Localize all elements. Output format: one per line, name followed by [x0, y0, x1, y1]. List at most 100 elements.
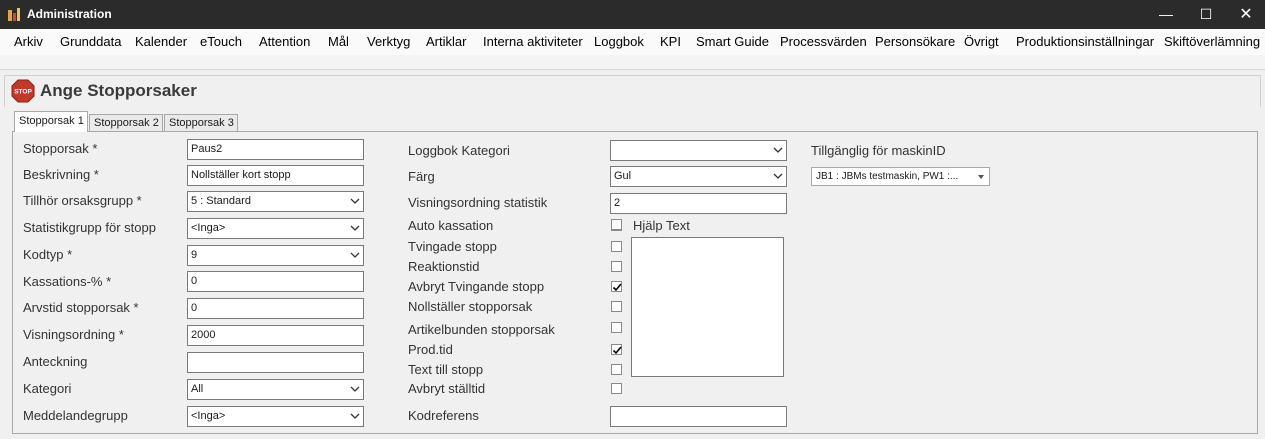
- loggbok-kategori-select[interactable]: [610, 140, 787, 161]
- nollstaller-checkbox[interactable]: [611, 301, 622, 312]
- app-icon: [8, 8, 20, 21]
- stop-sign-text: STOP: [14, 89, 32, 96]
- check-icon: [612, 283, 622, 292]
- menu-personsokare[interactable]: Personsökare: [875, 34, 955, 49]
- statistikgrupp-label: Statistikgrupp för stopp: [23, 220, 156, 235]
- visningsordning-label: Visningsordning *: [23, 327, 124, 342]
- menu-artiklar[interactable]: Artiklar: [426, 34, 466, 49]
- kategori-value: All: [191, 383, 204, 395]
- menu-interna-aktiviteter[interactable]: Interna aktiviteter: [483, 34, 583, 49]
- kodreferens-input[interactable]: [610, 406, 787, 427]
- menu-verktyg[interactable]: Verktyg: [367, 34, 410, 49]
- page-title: Ange Stopporsaker: [40, 81, 197, 100]
- orsaksgrupp-label: Tillhör orsaksgrupp *: [23, 193, 142, 208]
- chevron-down-icon: [350, 413, 360, 419]
- window-titlebar: Administration — ☐ ✕: [0, 0, 1265, 29]
- menu-arkiv[interactable]: Arkiv: [14, 34, 43, 49]
- tab-stopporsak-2[interactable]: Stopporsak 2: [89, 114, 163, 132]
- chevron-down-icon: [773, 147, 783, 153]
- artikelbunden-label: Artikelbunden stopporsak: [408, 322, 555, 337]
- avbryt-tvingande-checkbox[interactable]: [611, 281, 622, 292]
- menu-bar: Arkiv Grunddata Kalender eTouch Attentio…: [0, 29, 1265, 55]
- kategori-label: Kategori: [23, 381, 72, 396]
- avbryt-tvingande-label: Avbryt Tvingande stopp: [408, 279, 545, 294]
- visningsordning-input[interactable]: 2000: [187, 325, 364, 346]
- prodtid-label: Prod.tid: [408, 342, 453, 357]
- menu-skiftoverlamning[interactable]: Skiftöverlämning: [1164, 34, 1260, 49]
- menu-mal[interactable]: Mål: [328, 34, 349, 49]
- menu-smart-guide[interactable]: Smart Guide: [696, 34, 769, 49]
- chevron-down-icon: [350, 198, 360, 204]
- farg-select[interactable]: Gul: [610, 166, 787, 187]
- farg-label: Färg: [408, 169, 435, 184]
- maskin-select[interactable]: JB1 : JBMs testmaskin, PW1 :...: [811, 167, 990, 186]
- tab-stopporsak-3[interactable]: Stopporsak 3: [164, 114, 238, 132]
- meddelandegrupp-value: <Inga>: [191, 410, 226, 422]
- stopporsak-input[interactable]: Paus2: [187, 139, 364, 160]
- statistikgrupp-value: <Inga>: [191, 222, 226, 234]
- maskin-value: JB1 : JBMs testmaskin, PW1 :...: [816, 171, 959, 182]
- menu-loggbok[interactable]: Loggbok: [594, 34, 644, 49]
- farg-value: Gul: [614, 170, 632, 182]
- kodtyp-label: Kodtyp *: [23, 247, 73, 262]
- orsaksgrupp-select[interactable]: 5 : Standard: [187, 191, 364, 212]
- minimize-button[interactable]: —: [1146, 0, 1186, 29]
- visningsordning-statistik-label: Visningsordning statistik: [408, 195, 548, 210]
- stopporsak-label: Stopporsak *: [23, 141, 98, 156]
- maskin-label: Tillgänglig för maskinID: [811, 143, 946, 158]
- kassation-label: Kassations-% *: [23, 274, 112, 289]
- window-title: Administration: [27, 7, 112, 21]
- anteckning-input[interactable]: [187, 352, 364, 373]
- tvingade-stopp-label: Tvingade stopp: [408, 239, 497, 254]
- prodtid-checkbox[interactable]: [611, 344, 622, 355]
- meddelandegrupp-label: Meddelandegrupp: [23, 408, 128, 423]
- chevron-down-icon: [350, 225, 360, 231]
- anteckning-label: Anteckning: [23, 354, 88, 369]
- avbryt-stalltid-checkbox[interactable]: [611, 383, 622, 394]
- hjalp-text-checkbox[interactable]: [611, 219, 622, 230]
- menu-processvarden[interactable]: Processvärden: [780, 34, 867, 49]
- auto-kassation-label: Auto kassation: [408, 218, 494, 233]
- menu-produktionsinstallningar[interactable]: Produktionsinställningar: [1016, 34, 1154, 49]
- artikelbunden-checkbox[interactable]: [611, 322, 622, 333]
- text-till-stopp-checkbox[interactable]: [611, 364, 622, 375]
- menu-ovrigt[interactable]: Övrigt: [964, 34, 999, 49]
- beskrivning-input[interactable]: Nollställer kort stopp: [187, 165, 364, 186]
- menu-kpi[interactable]: KPI: [660, 34, 681, 49]
- chevron-down-icon: [350, 386, 360, 392]
- close-button[interactable]: ✕: [1226, 0, 1265, 29]
- kodreferens-label: Kodreferens: [408, 408, 479, 423]
- orsaksgrupp-value: 5 : Standard: [191, 195, 251, 207]
- text-till-stopp-label: Text till stopp: [408, 362, 484, 377]
- toolbar-strip: [0, 55, 1265, 70]
- arvstid-label: Arvstid stopporsak *: [23, 300, 139, 315]
- menu-attention[interactable]: Attention: [259, 34, 310, 49]
- meddelandegrupp-select[interactable]: <Inga>: [187, 406, 364, 427]
- kodtyp-value: 9: [191, 249, 198, 261]
- kategori-select[interactable]: All: [187, 379, 364, 400]
- loggbok-kategori-label: Loggbok Kategori: [408, 143, 510, 158]
- avbryt-stalltid-label: Avbryt ställtid: [408, 381, 486, 396]
- menu-etouch[interactable]: eTouch: [200, 34, 242, 49]
- check-icon: [612, 346, 622, 355]
- kassation-input[interactable]: 0: [187, 271, 364, 292]
- nollstaller-label: Nollställer stopporsak: [408, 299, 533, 314]
- maximize-button[interactable]: ☐: [1186, 0, 1226, 29]
- reaktionstid-checkbox[interactable]: [611, 261, 622, 272]
- dropdown-arrow-icon: [978, 175, 984, 179]
- tvingade-stopp-checkbox[interactable]: [611, 241, 622, 252]
- kodtyp-select[interactable]: 9: [187, 245, 364, 266]
- chevron-down-icon: [773, 173, 783, 179]
- hjalp-text-label: Hjälp Text: [633, 218, 690, 233]
- statistikgrupp-select[interactable]: <Inga>: [187, 218, 364, 239]
- reaktionstid-label: Reaktionstid: [408, 259, 480, 274]
- beskrivning-label: Beskrivning *: [23, 167, 99, 182]
- menu-kalender[interactable]: Kalender: [135, 34, 187, 49]
- stop-sign-icon: STOP: [11, 79, 35, 103]
- visningsordning-statistik-input[interactable]: 2: [610, 193, 787, 214]
- hjalp-text-area[interactable]: [631, 237, 784, 377]
- menu-grunddata[interactable]: Grunddata: [60, 34, 121, 49]
- tab-stopporsak-1[interactable]: Stopporsak 1: [14, 111, 88, 132]
- arvstid-input[interactable]: 0: [187, 298, 364, 319]
- chevron-down-icon: [350, 252, 360, 258]
